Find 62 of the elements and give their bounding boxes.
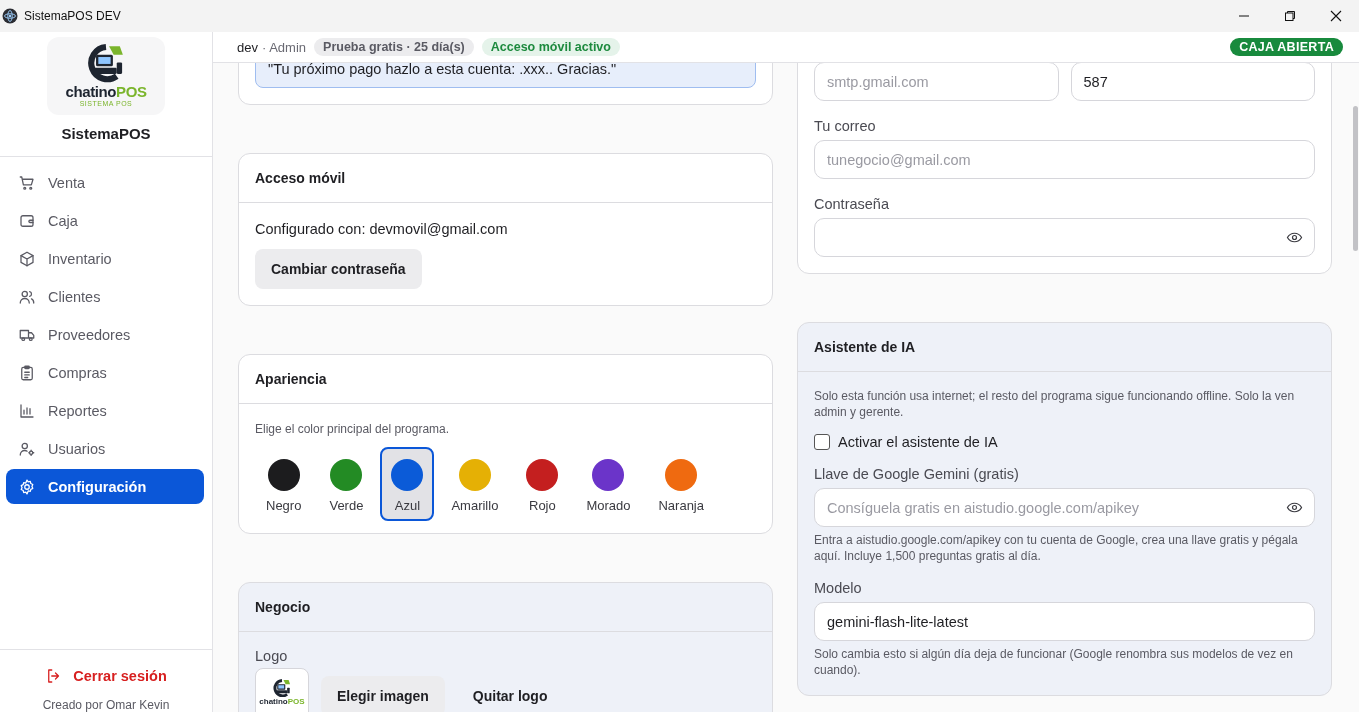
color-option[interactable]: Amarillo: [440, 447, 510, 521]
sidebar-item[interactable]: Usuarios: [6, 431, 204, 466]
field-label: Tu correo: [814, 118, 877, 134]
logo-wordmark: chatinoPOS: [259, 697, 305, 707]
brand-name: SistemaPOS: [61, 125, 151, 142]
settings-icon: [18, 477, 36, 496]
box-icon: [18, 249, 36, 268]
help-text: Entra a aistudio.google.com/apikey con tu cuenta de Google, crea una llave gratis y pégala aquí. Incluye 1,500 preguntas gratis al día.: [814, 532, 1299, 564]
card-title: Apariencia: [255, 371, 327, 387]
cart-icon: [18, 173, 36, 192]
pos-terminal-icon: [271, 679, 293, 698]
user-role: · Admin: [261, 39, 307, 55]
mobile-access-badge: Acceso móvil activo: [481, 38, 620, 56]
logout-button[interactable]: Cerrar sesión: [41, 663, 171, 689]
field-label: Modelo: [814, 580, 863, 596]
clipboard-icon: [18, 363, 36, 382]
input-field[interactable]: 587: [1070, 63, 1315, 101]
maximize-icon: [1284, 10, 1296, 22]
card-title: Acceso móvil: [255, 170, 346, 186]
color-option[interactable]: Naranja: [647, 447, 715, 521]
checkbox-label[interactable]: Activar el asistente de IA: [838, 434, 998, 450]
message-field[interactable]: "Tu próximo pago hazlo a esta cuenta: .xxx.. Gracias.": [255, 63, 756, 88]
description-text: Solo esta función usa internet; el resto del programa sigue funcionando offline. Solo la ven admin y gerente.: [814, 388, 1296, 420]
change-password-button[interactable]: Cambiar contraseña: [255, 249, 422, 289]
field-label: Logo: [255, 648, 289, 664]
window-title: SistemaPOS DEV: [24, 9, 121, 23]
input-field[interactable]: smtp.gmail.com: [814, 63, 1059, 101]
hint-text: Elige el color principal del programa.: [255, 422, 450, 436]
close-icon: [1330, 10, 1342, 22]
input-field[interactable]: [814, 218, 1315, 257]
sidebar-item[interactable]: Inventario: [6, 241, 204, 276]
remove-logo-button[interactable]: Quitar logo: [456, 676, 564, 712]
sidebar-item[interactable]: Compras: [6, 355, 204, 390]
card-title: Negocio: [255, 599, 311, 615]
input-field[interactable]: tunegocio@gmail.com: [814, 140, 1315, 179]
field-label: Contraseña: [814, 196, 890, 212]
input-field[interactable]: Consíguela gratis en aistudio.google.com/apikey: [814, 488, 1315, 527]
color-option[interactable]: Rojo: [515, 447, 570, 521]
card-title: Asistente de IA: [814, 339, 916, 355]
checkbox[interactable]: [814, 434, 830, 450]
cash-status-badge: CAJA ABIERTA: [1230, 38, 1343, 56]
sidebar-item[interactable]: Venta: [6, 165, 204, 200]
sidebar-item[interactable]: Configuración: [6, 469, 204, 504]
configured-email-text: Configurado con: devmovil@gmail.com: [255, 221, 508, 237]
user-name: dev: [237, 39, 258, 55]
color-option[interactable]: Morado: [575, 447, 642, 521]
sidebar-item[interactable]: Reportes: [6, 393, 204, 428]
app-icon: [2, 8, 18, 24]
logo-wordmark: chatinoPOS: [65, 83, 147, 100]
sidebar-item[interactable]: Caja: [6, 203, 204, 238]
color-option[interactable]: Azul: [380, 447, 435, 521]
field-label: Llave de Google Gemini (gratis): [814, 466, 1020, 482]
choose-image-button[interactable]: Elegir imagen: [321, 676, 445, 712]
help-text: Solo cambia esto si algún día deja de funcionar (Google renombra sus modelos de vez en cuando).: [814, 646, 1294, 678]
sidebar-item[interactable]: Proveedores: [6, 317, 204, 352]
color-option[interactable]: Negro: [255, 447, 313, 521]
scrollbar-thumb[interactable]: [1353, 106, 1358, 251]
trial-badge: Prueba gratis · 25 día(s): [314, 38, 474, 56]
sidebar-item[interactable]: Clientes: [6, 279, 204, 314]
input-field[interactable]: gemini-flash-lite-latest: [814, 602, 1315, 641]
credit-text: Creado por Omar Kevin: [42, 698, 170, 712]
color-option[interactable]: Verde: [318, 447, 375, 521]
